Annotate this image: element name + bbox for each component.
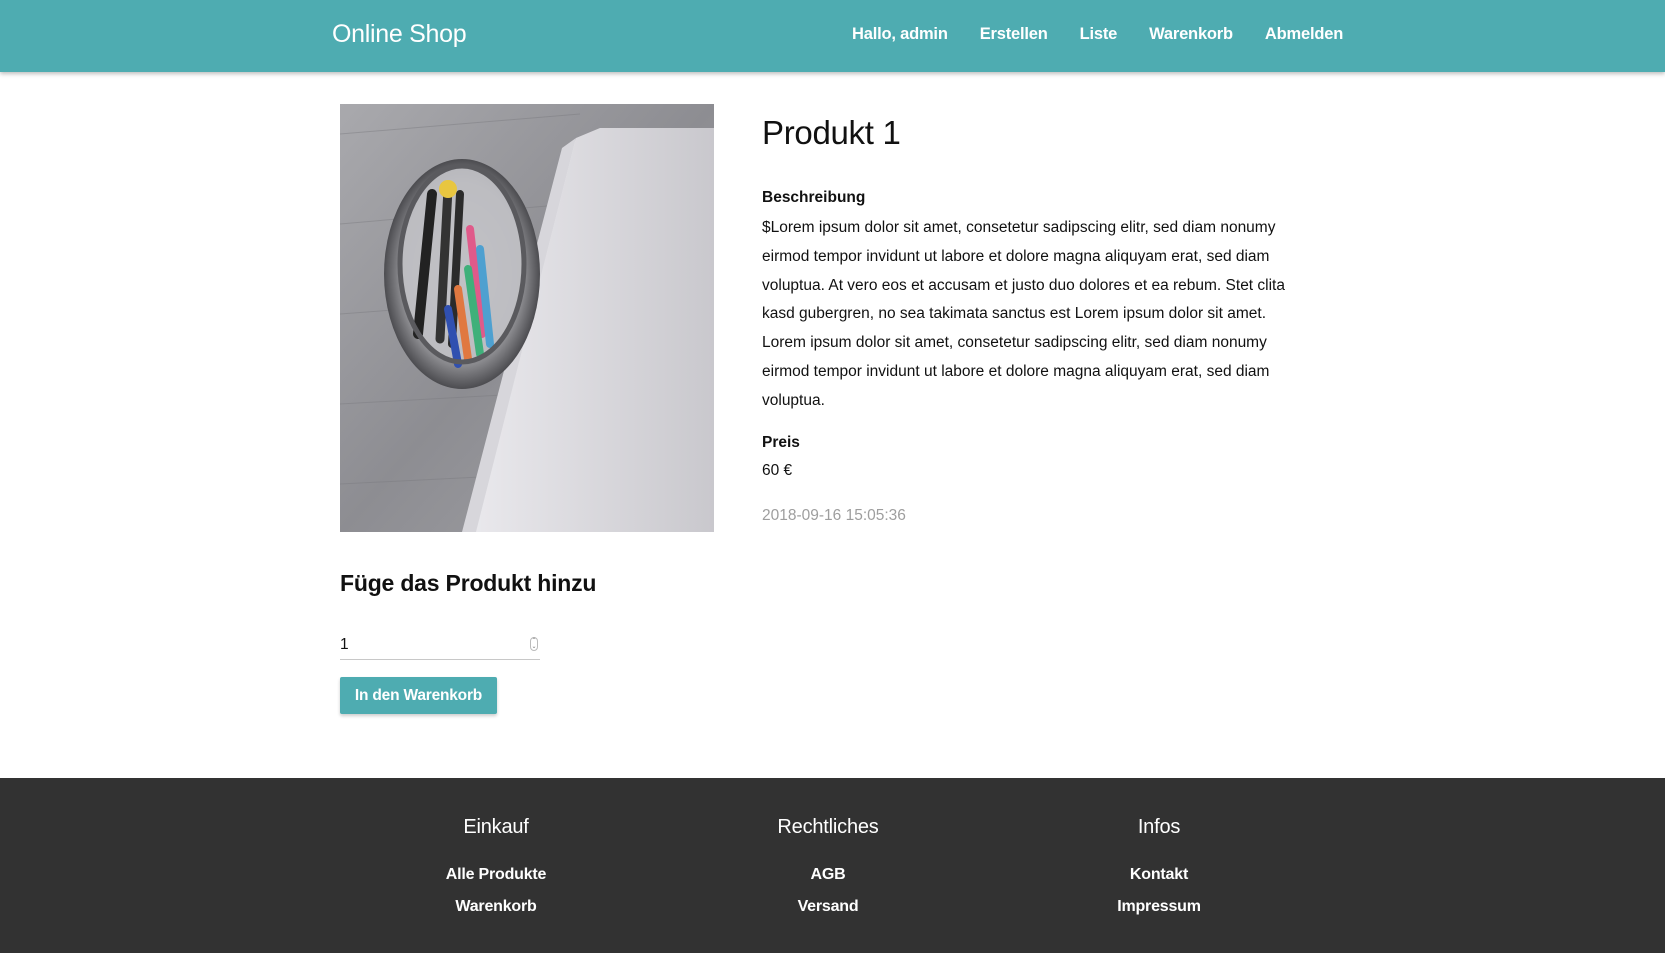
footer-column-legal: Rechtliches AGB Versand bbox=[698, 816, 958, 923]
product-details: Produkt 1 bbox=[762, 114, 1322, 152]
nav-greeting-link[interactable]: Hallo, admin bbox=[852, 25, 948, 44]
footer-title-info: Infos bbox=[1137, 816, 1181, 838]
footer-link-cart[interactable]: Warenkorb bbox=[366, 891, 626, 923]
brand-link[interactable]: Online Shop bbox=[332, 20, 467, 49]
nav-list-link[interactable]: Liste bbox=[1080, 25, 1118, 44]
price-label: Preis bbox=[762, 434, 800, 451]
footer-link-all-products[interactable]: Alle Produkte bbox=[366, 859, 626, 891]
nav-links: Hallo, admin Erstellen Liste Warenkorb A… bbox=[852, 25, 1343, 44]
quantity-input[interactable] bbox=[340, 632, 520, 658]
nav-cart-link[interactable]: Warenkorb bbox=[1149, 25, 1233, 44]
product-timestamp: 2018-09-16 15:05:36 bbox=[762, 507, 906, 524]
footer-link-imprint[interactable]: Impressum bbox=[1029, 891, 1289, 923]
product-image bbox=[340, 104, 714, 532]
nav-create-link[interactable]: Erstellen bbox=[980, 25, 1048, 44]
navbar: Online Shop Hallo, admin Erstellen Liste… bbox=[0, 0, 1665, 72]
quantity-field: ⌃⌄ bbox=[340, 632, 540, 660]
footer-link-contact[interactable]: Kontakt bbox=[1029, 859, 1289, 891]
description-label: Beschreibung bbox=[762, 189, 866, 206]
footer: Einkauf Alle Produkte Warenkorb Rechtlic… bbox=[0, 778, 1665, 953]
footer-column-shopping: Einkauf Alle Produkte Warenkorb bbox=[366, 816, 626, 923]
pencil-cup-notebook-photo bbox=[340, 104, 714, 532]
footer-column-info: Infos Kontakt Impressum bbox=[1029, 816, 1289, 923]
footer-title-shopping: Einkauf bbox=[463, 816, 529, 838]
quantity-stepper-icon[interactable]: ⌃ ⌄ bbox=[530, 637, 538, 651]
product-title: Produkt 1 bbox=[762, 114, 901, 151]
add-to-cart-button[interactable]: In den Warenkorb bbox=[340, 677, 497, 714]
footer-title-legal: Rechtliches bbox=[777, 816, 879, 838]
footer-link-agb[interactable]: AGB bbox=[698, 859, 958, 891]
product-price: 60 € bbox=[762, 462, 793, 479]
nav-logout-link[interactable]: Abmelden bbox=[1265, 25, 1343, 44]
product-description: $Lorem ipsum dolor sit amet, consetetur … bbox=[762, 219, 1285, 409]
footer-link-shipping[interactable]: Versand bbox=[698, 891, 958, 923]
add-product-heading: Füge das Produkt hinzu bbox=[340, 570, 597, 596]
